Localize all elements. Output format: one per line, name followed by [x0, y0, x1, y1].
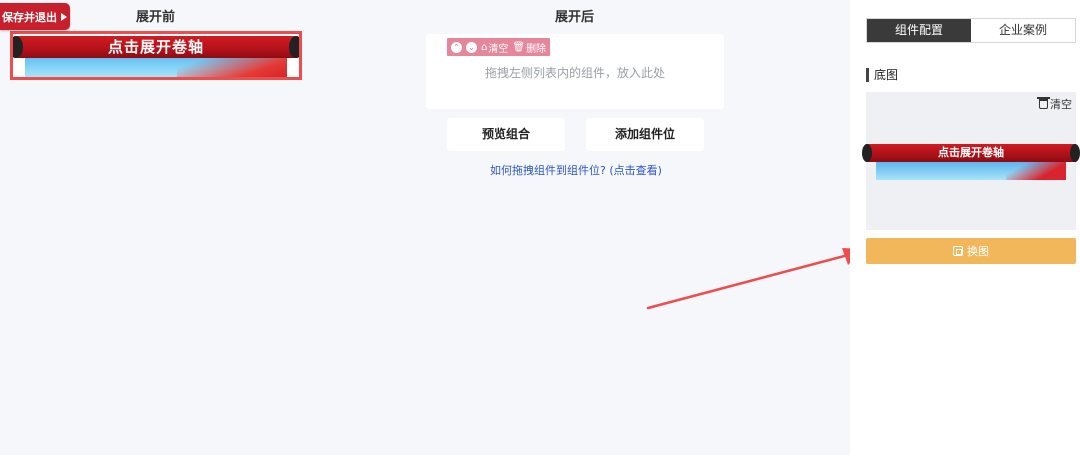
- collapse-up-icon[interactable]: ⌃: [451, 41, 462, 53]
- save-exit-label: 保存并退出: [2, 10, 57, 24]
- delete-label: 删除: [526, 43, 547, 55]
- preview-scroll-banner: 点击展开卷轴: [862, 144, 1080, 180]
- drop-hint: 拖拽左侧列表内的组件，放入此处: [484, 66, 665, 80]
- swap-image-button[interactable]: 换图: [866, 238, 1076, 264]
- trash-icon: 🗑: [512, 41, 526, 53]
- preview-banner-text: 点击展开卷轴: [938, 146, 1004, 159]
- scroll-banner: 点击展开卷轴: [13, 34, 299, 77]
- clear-image-button[interactable]: 清空: [1037, 96, 1072, 112]
- annotation-arrow: [646, 248, 864, 310]
- config-panel: 组件配置 企业案例 底图 清空 点击展开卷轴 换图: [850, 0, 1080, 455]
- save-exit-button[interactable]: 保存并退出: [0, 3, 70, 30]
- tab-component-config[interactable]: 组件配置: [867, 19, 971, 42]
- section-title: 底图: [866, 68, 898, 82]
- clear-button[interactable]: ⌂ 清空: [481, 40, 508, 55]
- play-triangle-icon: [61, 12, 67, 21]
- clear-icon: ⌂: [481, 41, 488, 53]
- preview-combo-button[interactable]: 预览组合: [447, 118, 565, 151]
- scroll-banner-selected[interactable]: 点击展开卷轴: [10, 31, 302, 80]
- after-title: 展开后: [555, 10, 595, 25]
- panel-tabs: 组件配置 企业案例: [866, 18, 1076, 43]
- clear-label: 清空: [488, 43, 509, 55]
- delete-button[interactable]: 🗑 删除: [512, 40, 546, 55]
- swap-image-label: 换图: [967, 245, 989, 258]
- tab-enterprise-cases[interactable]: 企业案例: [971, 19, 1075, 42]
- swap-image-icon: [953, 246, 963, 256]
- help-link[interactable]: 如何拖拽组件到组件位? (点击查看): [426, 162, 810, 178]
- drop-zone-toolbar: ⌃ ⌄ ⌂ 清空 🗑 删除: [447, 38, 551, 56]
- before-title: 展开前: [136, 10, 176, 25]
- add-slot-button[interactable]: 添加组件位: [586, 118, 704, 151]
- collapse-down-icon[interactable]: ⌄: [466, 41, 477, 53]
- clear-image-label: 清空: [1050, 98, 1072, 111]
- trash-icon: [1037, 97, 1050, 109]
- base-image-preview: 清空 点击展开卷轴: [862, 92, 1080, 230]
- banner-text: 点击展开卷轴: [107, 38, 204, 56]
